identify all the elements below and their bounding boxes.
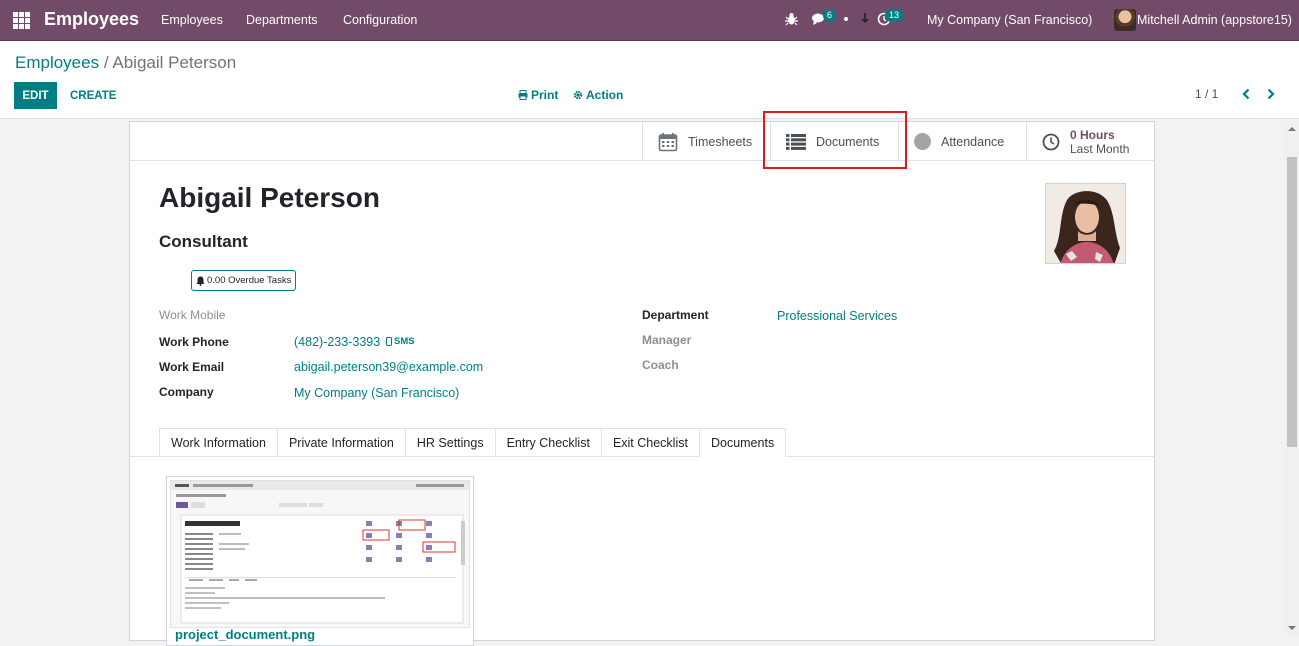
work-mobile-label: Work Mobile — [159, 308, 226, 322]
edit-button[interactable]: EDIT — [14, 82, 57, 109]
print-label: Print — [531, 88, 559, 102]
hours-smart-button[interactable]: 0 Hours Last Month — [1026, 122, 1155, 161]
employee-form-sheet: Timesheets Documents Attendance 0 Hours … — [129, 121, 1155, 646]
menu-departments[interactable]: Departments — [246, 13, 318, 27]
tab-hr-settings[interactable]: HR Settings — [404, 428, 495, 457]
voip-phone-icon[interactable] — [860, 12, 870, 29]
page-scrollbar[interactable] — [1285, 121, 1299, 636]
top-navbar: Employees Employees Departments Configur… — [0, 0, 1299, 41]
department-label: Department — [642, 308, 709, 322]
breadcrumb-parent[interactable]: Employees — [15, 53, 99, 72]
breadcrumb-current: Abigail Peterson — [112, 53, 237, 72]
apps-menu-icon[interactable] — [13, 12, 30, 29]
tab-private-information[interactable]: Private Information — [276, 428, 405, 457]
documents-label: Documents — [816, 134, 880, 149]
sms-button[interactable]: SMS — [386, 336, 415, 347]
pager-value[interactable]: 1 / 1 — [1195, 87, 1218, 101]
notebook-tabs: Work Information Private Information HR … — [159, 428, 787, 457]
attendance-smart-button[interactable]: Attendance — [898, 122, 1026, 161]
presence-dot-icon — [844, 17, 848, 21]
menu-employees[interactable]: Employees — [161, 13, 223, 27]
employee-photo[interactable] — [1045, 183, 1126, 264]
timesheets-label: Timesheets — [688, 134, 753, 149]
attendance-label: Attendance — [941, 134, 1005, 149]
menu-configuration[interactable]: Configuration — [343, 13, 417, 27]
hours-period: Last Month — [1070, 141, 1130, 156]
scroll-up-arrow-icon[interactable] — [1285, 124, 1299, 134]
control-panel: Employees / Abigail Peterson EDIT CREATE… — [0, 41, 1299, 119]
tab-exit-checklist[interactable]: Exit Checklist — [600, 428, 699, 457]
mobile-icon — [386, 337, 392, 346]
overdue-tasks-label: 0.00 Overdue Tasks — [207, 275, 292, 286]
scroll-down-arrow-icon[interactable] — [1285, 623, 1299, 633]
company-label: Company — [159, 385, 214, 399]
activities-count-badge: 13 — [885, 9, 904, 22]
company-switcher[interactable]: My Company (San Francisco) — [927, 13, 1092, 27]
document-card[interactable]: project_document.png — [166, 476, 474, 646]
pager-previous-icon[interactable] — [1238, 85, 1254, 103]
calendar-icon — [658, 132, 678, 151]
smart-buttons-divider — [130, 160, 1154, 161]
user-menu[interactable]: Mitchell Admin (appstore15) — [1137, 13, 1292, 27]
overdue-tasks-badge[interactable]: 0.00 Overdue Tasks — [191, 270, 297, 291]
hours-stat: 0 Hours Last Month — [1070, 128, 1129, 156]
user-avatar[interactable] — [1114, 9, 1136, 31]
company-value[interactable]: My Company (San Francisco) — [294, 386, 459, 400]
gear-icon — [573, 90, 583, 100]
print-menu[interactable]: Print — [518, 88, 558, 102]
tab-documents[interactable]: Documents — [698, 428, 787, 457]
sms-label: SMS — [394, 336, 415, 347]
documents-smart-button[interactable]: Documents — [770, 122, 898, 161]
action-menu[interactable]: Action — [573, 88, 623, 102]
document-file-name[interactable]: project_document.png — [175, 627, 315, 642]
hours-value: 0 Hours — [1070, 127, 1115, 142]
bell-icon — [196, 276, 205, 286]
list-icon — [786, 133, 806, 150]
timesheets-smart-button[interactable]: Timesheets — [642, 122, 770, 161]
manager-label: Manager — [642, 333, 692, 347]
work-email-label: Work Email — [159, 360, 225, 374]
work-phone-value[interactable]: (482)-233-3393 — [294, 335, 380, 349]
tab-work-information[interactable]: Work Information — [159, 428, 277, 457]
breadcrumb-separator: / — [103, 53, 109, 72]
document-thumbnail[interactable] — [170, 480, 470, 628]
coach-label: Coach — [642, 358, 679, 372]
work-email-value[interactable]: abigail.peterson39@example.com — [294, 360, 483, 374]
tab-entry-checklist[interactable]: Entry Checklist — [494, 428, 601, 457]
department-value[interactable]: Professional Services — [777, 309, 897, 323]
app-title[interactable]: Employees — [44, 9, 139, 30]
work-phone-label: Work Phone — [159, 335, 229, 349]
print-icon — [518, 90, 528, 100]
attendance-status-icon — [914, 133, 931, 150]
scrollbar-thumb[interactable] — [1287, 157, 1297, 447]
clock-icon — [1042, 133, 1060, 150]
debug-bug-icon[interactable] — [785, 12, 798, 29]
create-button[interactable]: CREATE — [63, 82, 123, 109]
messages-count-badge: 6 — [823, 9, 837, 22]
employee-name[interactable]: Abigail Peterson — [159, 182, 380, 214]
action-label: Action — [586, 88, 624, 102]
employee-job-title[interactable]: Consultant — [159, 232, 248, 252]
breadcrumb: Employees / Abigail Peterson — [15, 53, 236, 73]
pager-next-icon[interactable] — [1263, 85, 1279, 103]
